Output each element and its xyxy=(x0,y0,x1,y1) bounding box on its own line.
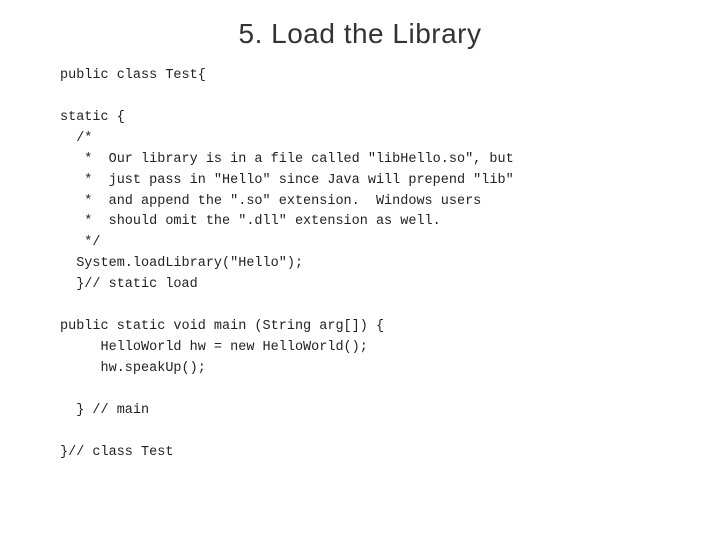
page-title: 5. Load the Library xyxy=(239,18,482,49)
page-container: 5. Load the Library public class Test{ s… xyxy=(0,0,720,540)
code-block: public class Test{ static { /* * Our lib… xyxy=(60,66,660,464)
title-area: 5. Load the Library xyxy=(0,0,720,66)
code-area: public class Test{ static { /* * Our lib… xyxy=(0,66,720,520)
